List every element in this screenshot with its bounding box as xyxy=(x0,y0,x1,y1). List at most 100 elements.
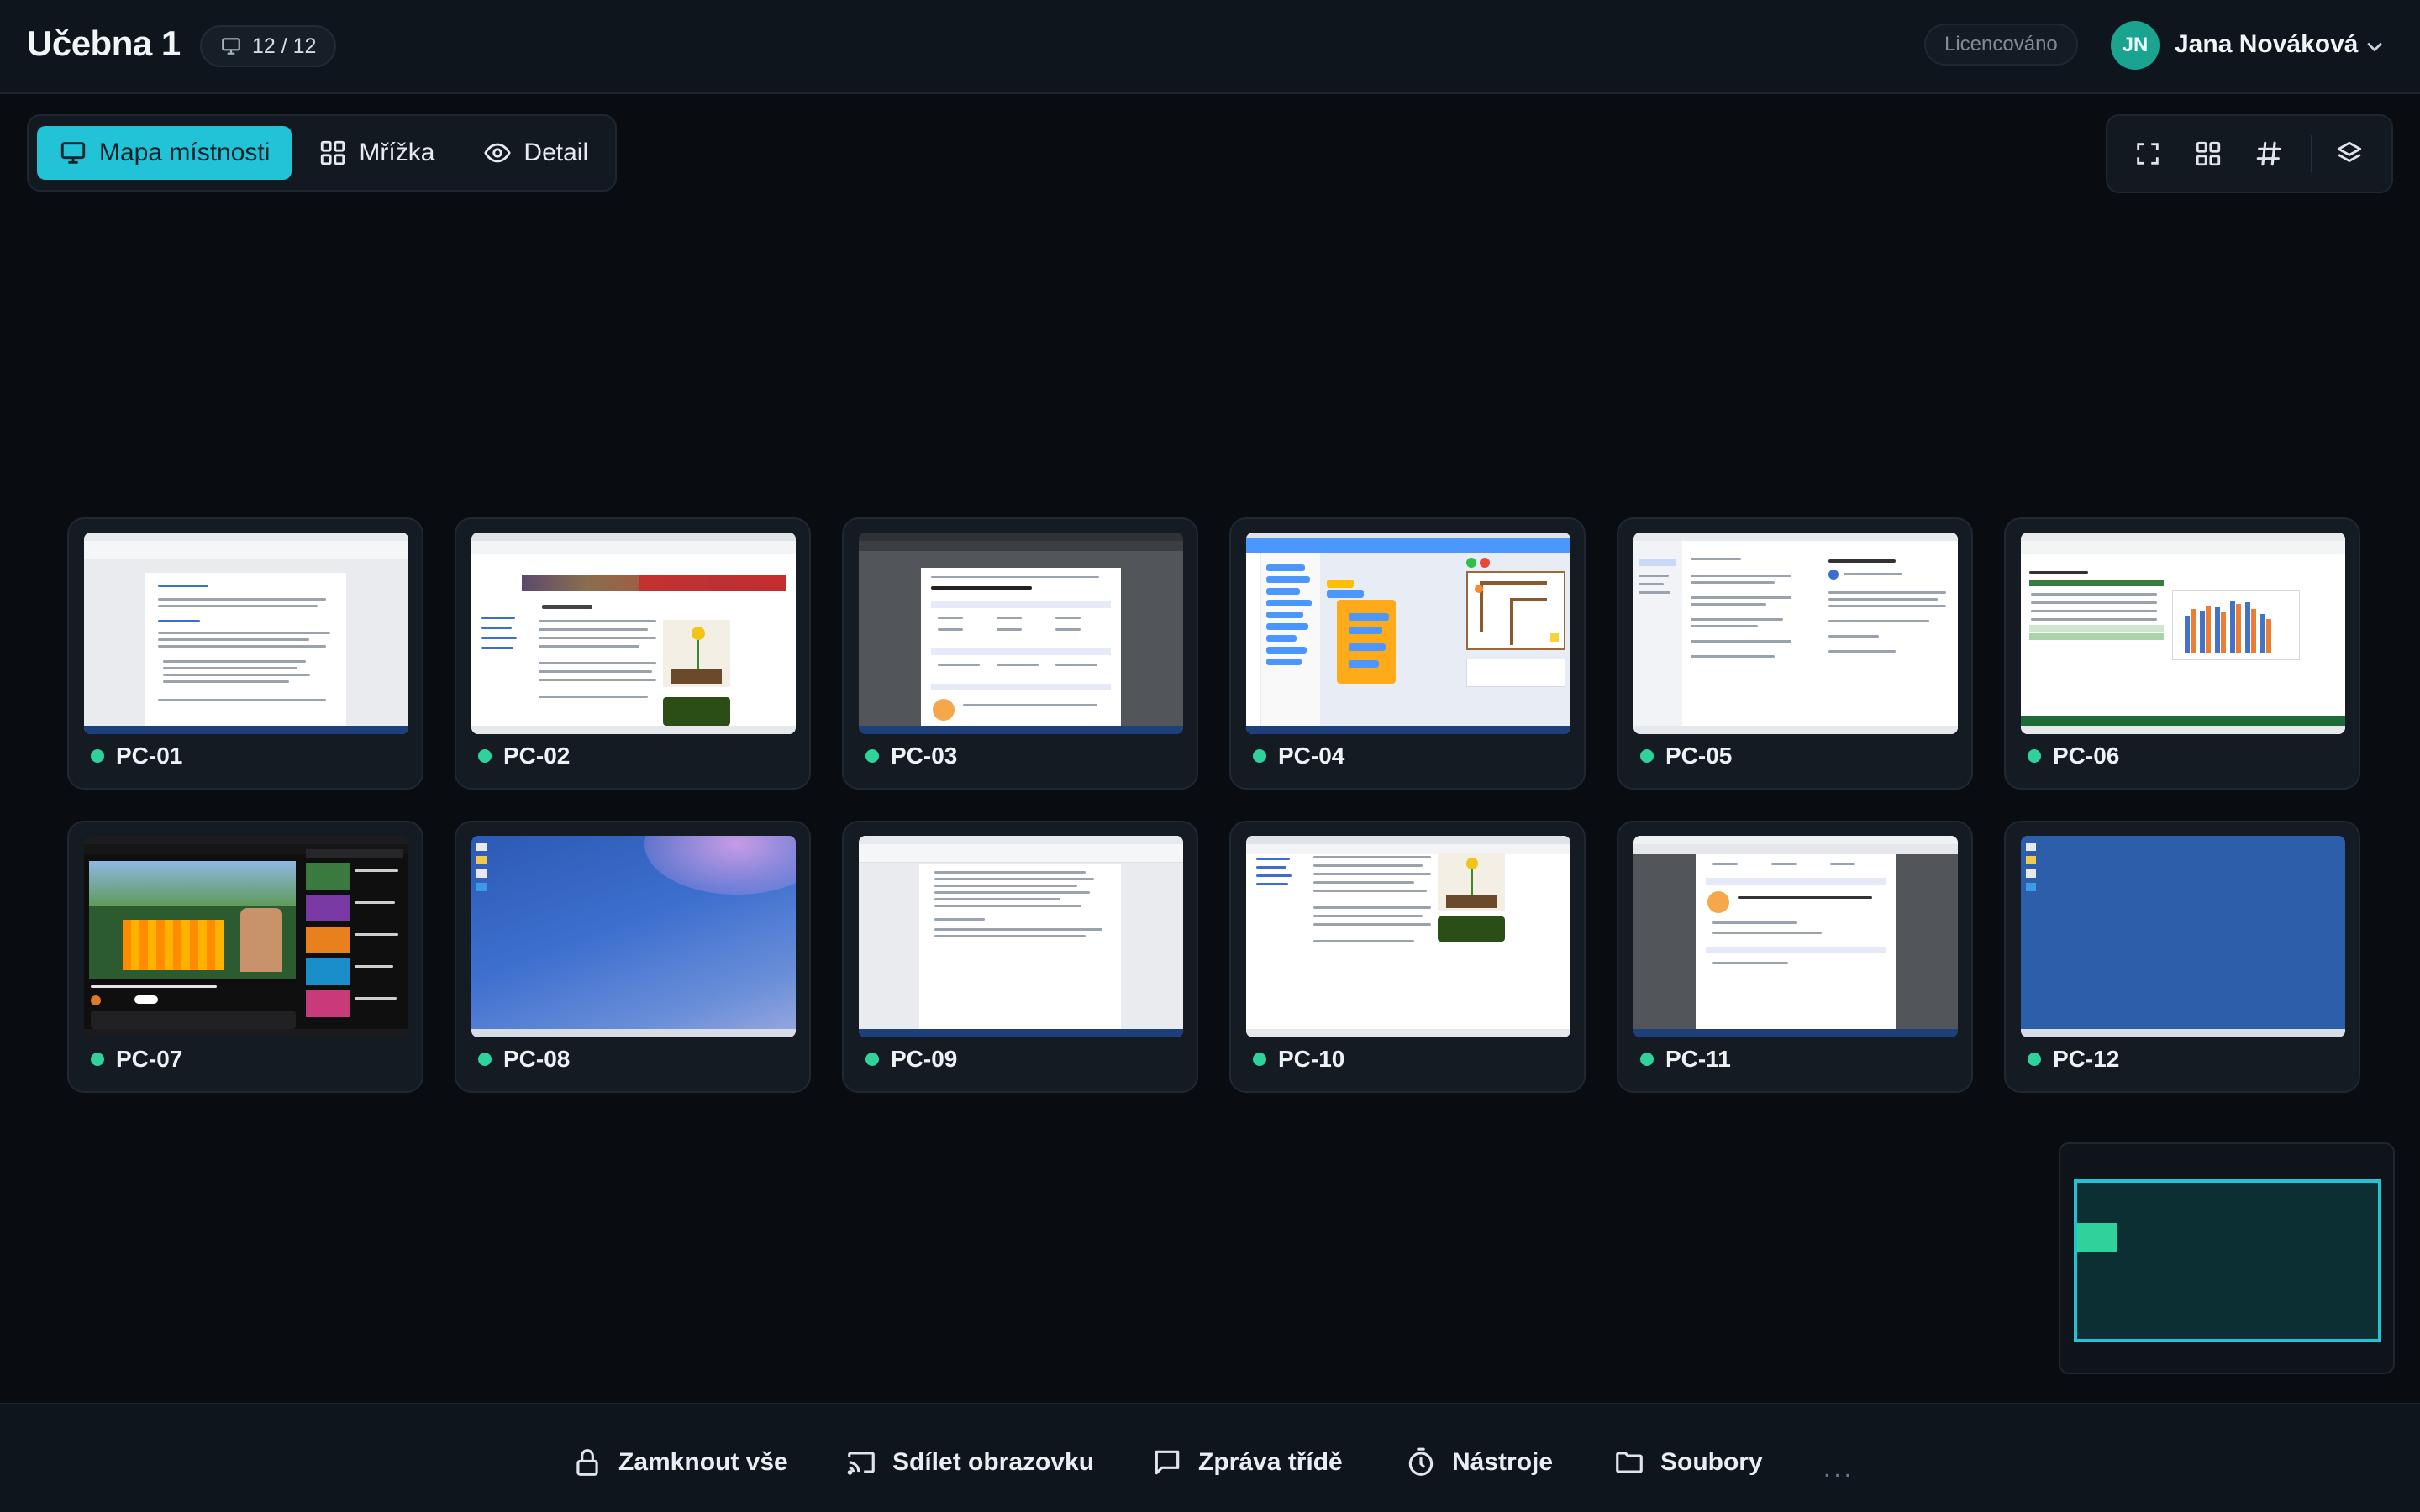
online-status-dot xyxy=(1640,749,1654,763)
message-class-label: Zpráva třídě xyxy=(1198,1448,1343,1476)
pc-count-badge: 12 / 12 xyxy=(200,25,337,67)
screen-thumbnail[interactable] xyxy=(859,836,1183,1037)
screen-thumbnail[interactable] xyxy=(84,836,408,1037)
pc-name: PC-08 xyxy=(503,1046,571,1072)
room-title: Učebna 1 xyxy=(27,24,181,63)
screen-thumbnail[interactable] xyxy=(1634,836,1958,1037)
chevron-down-icon[interactable] xyxy=(2363,35,2386,59)
pc-tile[interactable]: PC-05 xyxy=(1617,517,1973,790)
lock-all-button[interactable]: Zamknout vše xyxy=(571,1446,788,1478)
monitor-icon xyxy=(60,142,86,164)
hashtag-icon xyxy=(2256,141,2281,166)
pc-name: PC-09 xyxy=(891,1046,958,1072)
pc-tile[interactable]: PC-09 xyxy=(842,821,1198,1093)
pc-label: PC-03 xyxy=(865,743,957,769)
screen-thumbnail[interactable] xyxy=(1634,533,1958,734)
pc-label: PC-01 xyxy=(91,743,182,769)
screen-thumbnail[interactable] xyxy=(2021,533,2345,734)
minimap-viewport[interactable] xyxy=(2074,1179,2381,1342)
pc-label: PC-04 xyxy=(1253,743,1344,769)
layout-tools xyxy=(2106,114,2393,193)
online-status-dot xyxy=(91,1053,104,1066)
pc-tile[interactable]: PC-02 xyxy=(455,517,811,790)
screen-thumbnail[interactable] xyxy=(859,533,1183,734)
view-switcher: Mapa místnosti Mřížka Detail xyxy=(27,114,617,192)
avatar[interactable]: JN xyxy=(2111,21,2160,70)
pc-label: PC-06 xyxy=(2028,743,2119,769)
stopwatch-icon xyxy=(1408,1447,1434,1476)
snap-grid-button[interactable] xyxy=(2238,123,2299,184)
view-room-map-button[interactable]: Mapa místnosti xyxy=(37,126,292,180)
pc-name: PC-06 xyxy=(2053,743,2120,769)
online-status-dot xyxy=(1253,749,1266,763)
screen-thumbnail[interactable] xyxy=(471,533,796,734)
online-status-dot xyxy=(91,749,104,763)
screen-thumbnail[interactable] xyxy=(471,836,796,1037)
screen-thumbnail[interactable] xyxy=(1246,836,1570,1037)
action-bar: Zamknout vše Sdílet obrazovku Zpráva tří… xyxy=(0,1403,2420,1512)
cast-icon xyxy=(847,1452,875,1475)
pc-name: PC-07 xyxy=(116,1046,183,1072)
minimap[interactable] xyxy=(2059,1142,2395,1374)
screen-thumbnail[interactable] xyxy=(2021,836,2345,1037)
toolbar-divider xyxy=(2311,135,2312,172)
fullscreen-icon xyxy=(2137,143,2159,165)
pc-tile[interactable]: PC-04 xyxy=(1229,517,1586,790)
pc-tile[interactable]: PC-11 xyxy=(1617,821,1973,1093)
user-name[interactable]: Jana Nováková xyxy=(2175,30,2358,59)
online-status-dot xyxy=(478,749,492,763)
pc-name: PC-05 xyxy=(1665,743,1733,769)
top-bar: Učebna 1 12 / 12 Licencováno JN Jana Nov… xyxy=(0,0,2420,94)
grid-layout-button[interactable] xyxy=(2178,123,2238,184)
more-options[interactable]: ... xyxy=(1823,1455,1854,1483)
pc-label: PC-09 xyxy=(865,1046,957,1073)
folder-icon xyxy=(1616,1452,1643,1473)
pc-tile[interactable]: PC-10 xyxy=(1229,821,1586,1093)
online-status-dot xyxy=(2028,1053,2041,1066)
pc-tile[interactable]: PC-03 xyxy=(842,517,1198,790)
pc-tile[interactable]: PC-06 xyxy=(2004,517,2360,790)
lock-all-label: Zamknout vše xyxy=(618,1448,788,1476)
pc-name: PC-10 xyxy=(1278,1046,1345,1072)
view-room-map-label: Mapa místnosti xyxy=(99,139,271,166)
online-status-dot xyxy=(2028,749,2041,763)
message-class-button[interactable]: Zpráva třídě xyxy=(1151,1446,1343,1478)
pc-label: PC-08 xyxy=(478,1046,570,1073)
screen-thumbnail[interactable] xyxy=(1246,533,1570,734)
view-detail-label: Detail xyxy=(523,139,589,166)
pc-tile[interactable]: PC-08 xyxy=(455,821,811,1093)
pc-label: PC-07 xyxy=(91,1046,182,1073)
eye-icon xyxy=(484,143,512,163)
pc-label: PC-05 xyxy=(1640,743,1732,769)
license-badge: Licencováno xyxy=(1924,24,2078,66)
pc-tile[interactable]: PC-12 xyxy=(2004,821,2360,1093)
online-status-dot xyxy=(1640,1053,1654,1066)
pc-name: PC-02 xyxy=(503,743,571,769)
pc-name: PC-03 xyxy=(891,743,958,769)
pc-grid: PC-01 PC-02 PC-03 PC-04 PC-05 PC-06 PC-0… xyxy=(67,517,2360,1094)
monitor-icon xyxy=(222,38,240,55)
tools-label: Nástroje xyxy=(1452,1448,1554,1476)
share-screen-button[interactable]: Sdílet obrazovku xyxy=(845,1446,1094,1478)
pc-tile[interactable]: PC-01 xyxy=(67,517,424,790)
pc-label: PC-02 xyxy=(478,743,570,769)
layers-button[interactable] xyxy=(2319,123,2380,184)
online-status-dot xyxy=(865,1053,879,1066)
pc-label: PC-10 xyxy=(1253,1046,1344,1073)
view-detail-button[interactable]: Detail xyxy=(461,126,610,180)
screen-thumbnail[interactable] xyxy=(84,533,408,734)
pc-name: PC-11 xyxy=(1665,1046,1731,1072)
layers-icon xyxy=(2337,141,2362,162)
pc-label: PC-11 xyxy=(1640,1046,1731,1073)
view-grid-button[interactable]: Mřížka xyxy=(297,126,456,180)
fullscreen-button[interactable] xyxy=(2118,123,2178,184)
files-button[interactable]: Soubory xyxy=(1613,1446,1763,1478)
grid-icon xyxy=(321,140,345,165)
grid-layout-icon xyxy=(2196,141,2221,166)
online-status-dot xyxy=(478,1053,492,1066)
online-status-dot xyxy=(865,749,879,763)
files-label: Soubory xyxy=(1660,1448,1763,1476)
pc-tile[interactable]: PC-07 xyxy=(67,821,424,1093)
tools-button[interactable]: Nástroje xyxy=(1405,1446,1553,1478)
pc-label: PC-12 xyxy=(2028,1046,2119,1073)
